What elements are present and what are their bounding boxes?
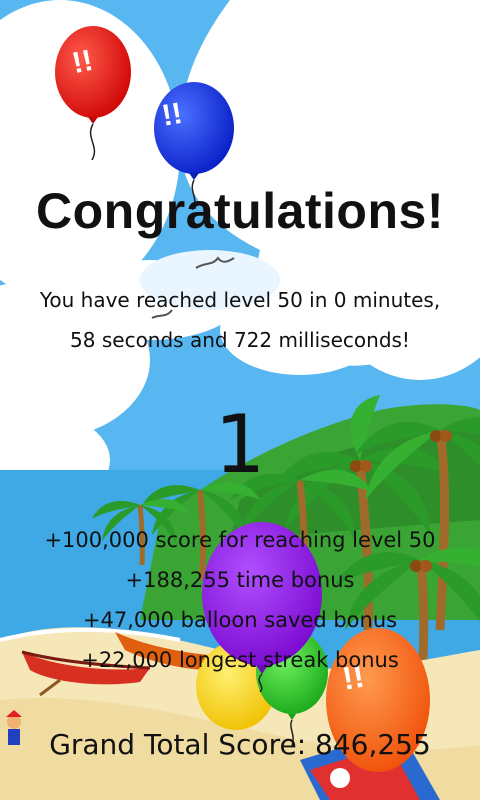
level-time-message-line2: 58 seconds and 722 milliseconds!	[70, 328, 410, 352]
bonus-balloon-saved: +47,000 balloon saved bonus	[82, 608, 398, 632]
grand-total-score: Grand Total Score: 846,255	[49, 728, 431, 761]
bonus-longest-streak: +22,000 longest streak bonus	[81, 648, 399, 672]
level-time-message-line1: You have reached level 50 in 0 minutes,	[39, 288, 441, 312]
bonus-level-score: +100,000 score for reaching level 50	[44, 528, 436, 552]
congratulations-title: Congratulations!	[36, 183, 444, 239]
bonus-time: +188,255 time bonus	[125, 568, 355, 592]
center-counter: 1	[214, 398, 266, 491]
red-balloon: !!	[55, 26, 131, 160]
